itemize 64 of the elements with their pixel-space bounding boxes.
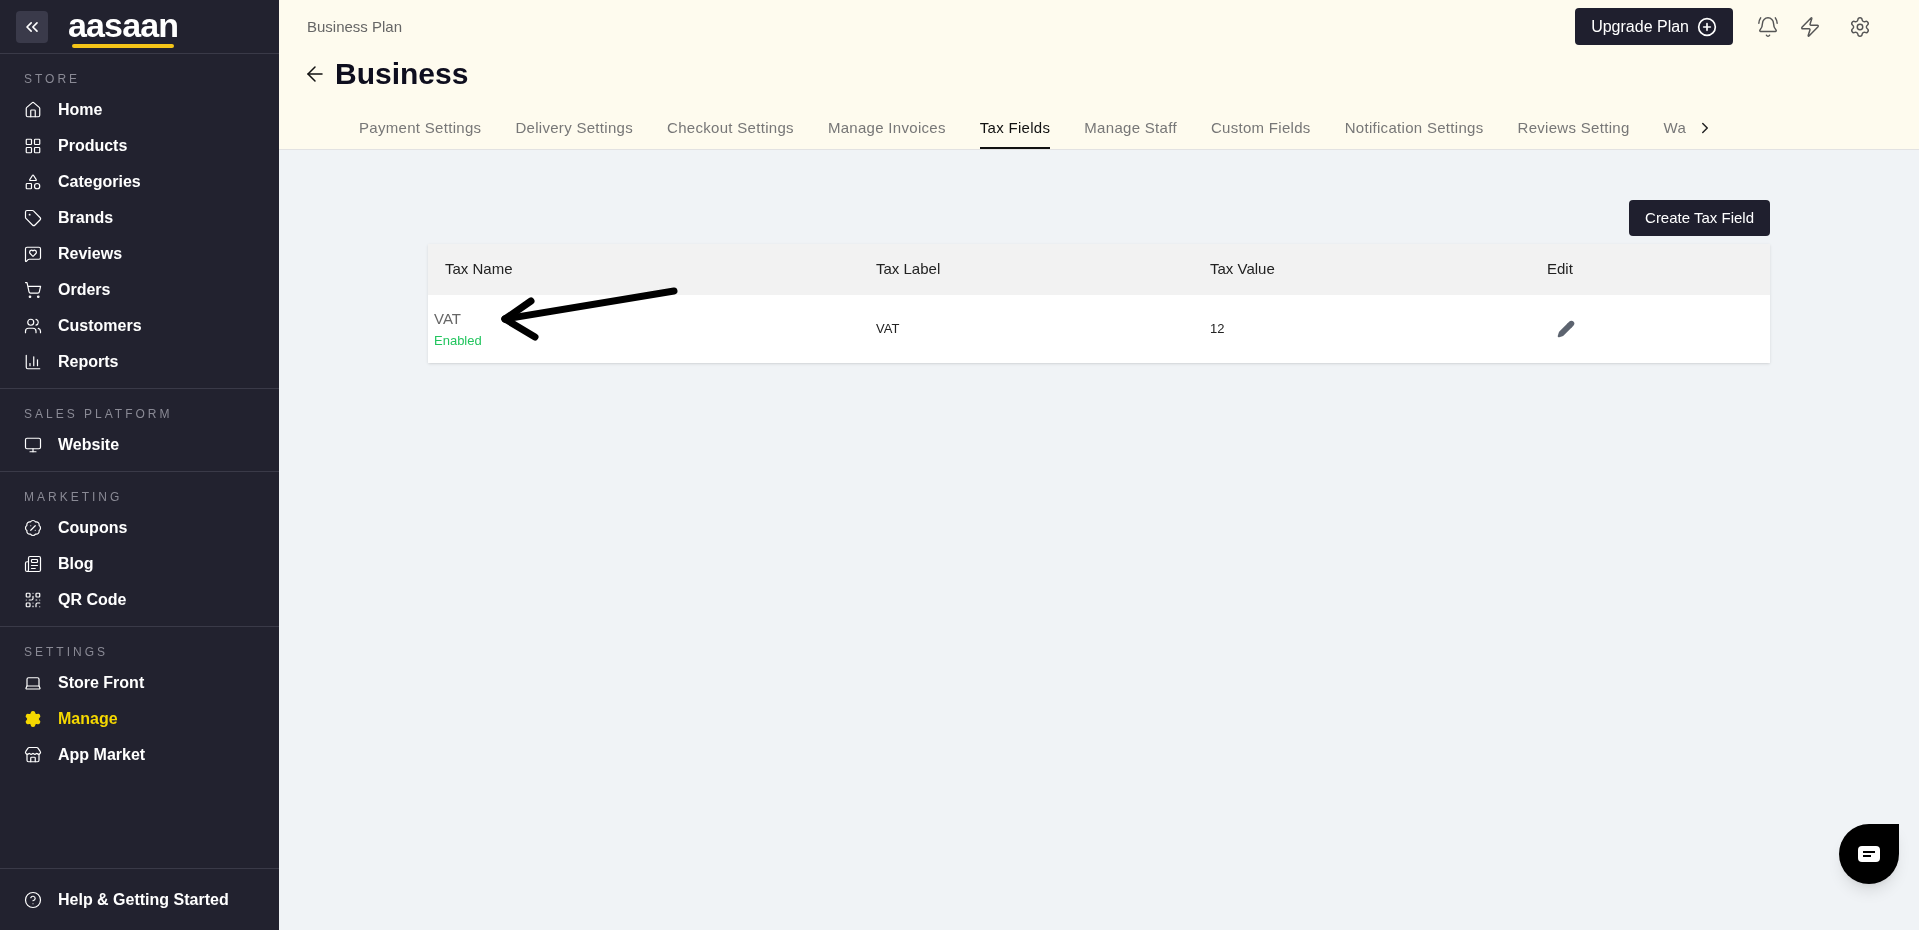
sidebar-item[interactable]: Home bbox=[0, 92, 279, 128]
section-title: STORE bbox=[23, 71, 82, 88]
section-title: MARKETING bbox=[23, 489, 124, 506]
house-icon bbox=[24, 101, 42, 119]
sidebar-item[interactable]: Reviews bbox=[0, 236, 279, 272]
tab[interactable]: Checkout Settings bbox=[667, 116, 794, 149]
plan-name: Business Plan bbox=[306, 16, 403, 37]
sidebar-item[interactable]: Customers bbox=[0, 308, 279, 344]
create-tax-field-button[interactable]: Create Tax Field bbox=[1629, 200, 1770, 236]
lightning-icon[interactable] bbox=[1799, 15, 1821, 38]
help-icon bbox=[24, 890, 42, 909]
shapes-icon bbox=[24, 173, 42, 191]
cart-icon bbox=[24, 281, 42, 299]
review-icon bbox=[24, 245, 42, 263]
bar-chart-icon bbox=[24, 353, 42, 371]
table-cell-text: VAT bbox=[876, 320, 901, 339]
sidebar-item[interactable]: Blog bbox=[0, 546, 279, 582]
sidebar-item[interactable]: Reports bbox=[0, 344, 279, 380]
document-icon bbox=[24, 555, 42, 573]
sidebar-item[interactable]: Products bbox=[0, 128, 279, 164]
sidebar-item[interactable]: QR Code bbox=[0, 582, 279, 618]
users-icon bbox=[24, 317, 42, 335]
status-text: Enabled bbox=[434, 331, 483, 350]
plus-icon bbox=[1697, 16, 1717, 37]
table-cell-text: 12 bbox=[1210, 320, 1226, 339]
collapse-button[interactable] bbox=[16, 10, 48, 43]
monitor-icon bbox=[24, 436, 42, 454]
sidebar-item[interactable]: Coupons bbox=[0, 510, 279, 546]
upgrade-button[interactable]: Upgrade Plan bbox=[1575, 8, 1733, 46]
sidebar-item[interactable]: Orders bbox=[0, 272, 279, 308]
tab[interactable]: Delivery Settings bbox=[515, 116, 634, 149]
laptop-icon bbox=[24, 674, 42, 692]
column-header: Tax Name bbox=[444, 259, 514, 280]
chat-button[interactable] bbox=[1839, 824, 1899, 884]
sidebar-item[interactable]: Store Front bbox=[0, 665, 279, 701]
column-header: Edit bbox=[1547, 259, 1574, 280]
tab[interactable]: Manage Invoices bbox=[827, 116, 946, 149]
tab[interactable]: Notification Settings bbox=[1344, 116, 1484, 149]
edit-icon[interactable] bbox=[1557, 320, 1575, 338]
sidebar-item[interactable]: Website bbox=[0, 427, 279, 463]
sidebar-item[interactable]: Categories bbox=[0, 164, 279, 200]
bell-icon[interactable] bbox=[1757, 15, 1779, 38]
column-header: Tax Value bbox=[1210, 259, 1276, 280]
tab[interactable]: Reviews Setting bbox=[1517, 116, 1630, 149]
sidebar-item[interactable]: Manage bbox=[0, 701, 279, 737]
tab[interactable]: Payment Settings bbox=[359, 116, 482, 149]
tag-icon bbox=[24, 209, 42, 227]
chat-icon bbox=[1858, 846, 1880, 862]
column-header: Tax Label bbox=[876, 259, 942, 280]
tab[interactable]: Tax Fields bbox=[979, 116, 1051, 149]
coupon-icon bbox=[24, 519, 42, 537]
tab[interactable]: Wa bbox=[1663, 116, 1687, 149]
section-title: SALES PLATFORM bbox=[23, 406, 174, 423]
tab[interactable]: Custom Fields bbox=[1210, 116, 1311, 149]
page-title: Business bbox=[335, 56, 469, 92]
tab[interactable]: Manage Staff bbox=[1084, 116, 1177, 149]
gear-icon bbox=[24, 710, 42, 728]
sidebar-item[interactable]: App Market bbox=[0, 737, 279, 773]
logo: aasaan bbox=[68, 1, 179, 52]
settings-icon[interactable] bbox=[1849, 15, 1871, 38]
tax-name: VAT bbox=[434, 309, 462, 329]
section-title: SETTINGS bbox=[23, 644, 109, 661]
sidebar-item[interactable]: Brands bbox=[0, 200, 279, 236]
qr-code-icon bbox=[24, 591, 42, 609]
